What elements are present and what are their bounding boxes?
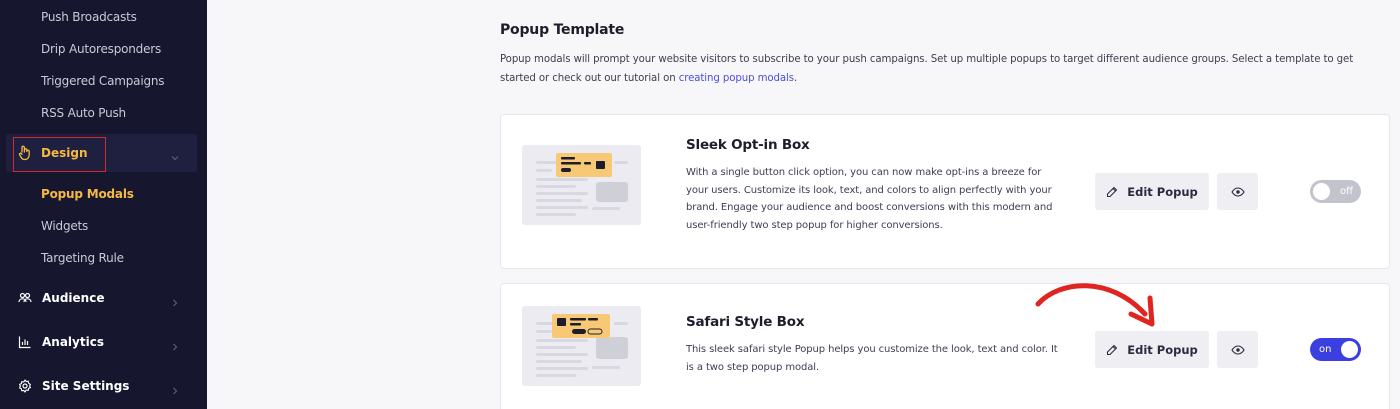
template-title: Safari Style Box [686, 314, 805, 330]
edit-popup-button[interactable]: Edit Popup [1095, 173, 1209, 210]
edit-popup-label: Edit Popup [1127, 184, 1198, 199]
sidebar-item-label: Analytics [42, 335, 104, 349]
sidebar-item-rss-auto-push[interactable]: RSS Auto Push [41, 106, 126, 120]
chevron-down-icon[interactable] [170, 148, 180, 167]
page-description: Popup modals will prompt your website vi… [500, 50, 1390, 88]
template-description: This sleek safari style Popup helps you … [686, 344, 1058, 373]
sidebar-item-popup-modals[interactable]: Popup Modals [41, 187, 134, 201]
design-highlight-box [13, 137, 106, 172]
toggle-label: off [1339, 186, 1353, 197]
template-thumbnail [522, 145, 641, 225]
gear-icon [18, 379, 32, 393]
page-title: Popup Template [500, 22, 625, 38]
chevron-right-icon[interactable] [170, 381, 180, 400]
toggle-label: on [1319, 344, 1332, 355]
sidebar-item-targeting-rule[interactable]: Targeting Rule [41, 251, 124, 265]
sidebar-item-audience[interactable]: Audience [18, 288, 104, 308]
users-icon [18, 291, 32, 305]
pencil-icon [1107, 186, 1118, 197]
enable-toggle[interactable]: off [1310, 180, 1361, 203]
description-text: Popup modals will prompt your website vi… [500, 54, 1354, 84]
annotation-arrow-icon [1035, 283, 1155, 327]
eye-icon [1230, 186, 1245, 197]
template-thumbnail [522, 306, 641, 386]
eye-icon [1230, 344, 1245, 355]
chevron-right-icon[interactable] [170, 293, 180, 312]
toggle-knob [1341, 341, 1358, 358]
sidebar-item-site-settings[interactable]: Site Settings [18, 376, 129, 396]
template-title: Sleek Opt-in Box [686, 137, 810, 153]
sidebar-item-label: Site Settings [42, 379, 130, 393]
template-card-safari-style: Safari Style Box This sleek safari style… [500, 283, 1390, 409]
sidebar-item-analytics[interactable]: Analytics [18, 332, 104, 352]
preview-button[interactable] [1217, 173, 1258, 210]
template-card-sleek-opt-in: Sleek Opt-in Box With a single button cl… [500, 114, 1390, 269]
toggle-knob [1313, 183, 1330, 200]
preview-button[interactable] [1217, 331, 1258, 368]
bar-chart-icon [18, 335, 32, 349]
tutorial-link[interactable]: creating popup modals [679, 73, 794, 84]
template-description: With a single button click option, you c… [686, 167, 1053, 231]
sidebar: Push Broadcasts Drip Autoresponders Trig… [0, 0, 207, 409]
sidebar-item-label: Audience [42, 291, 105, 305]
enable-toggle[interactable]: on [1310, 338, 1361, 361]
sidebar-item-widgets[interactable]: Widgets [41, 219, 88, 233]
sidebar-item-push-broadcasts[interactable]: Push Broadcasts [41, 10, 137, 24]
description-end: . [794, 73, 798, 84]
sidebar-item-triggered-campaigns[interactable]: Triggered Campaigns [41, 74, 165, 88]
sidebar-item-drip-autoresponders[interactable]: Drip Autoresponders [41, 42, 161, 56]
chevron-right-icon[interactable] [170, 337, 180, 356]
